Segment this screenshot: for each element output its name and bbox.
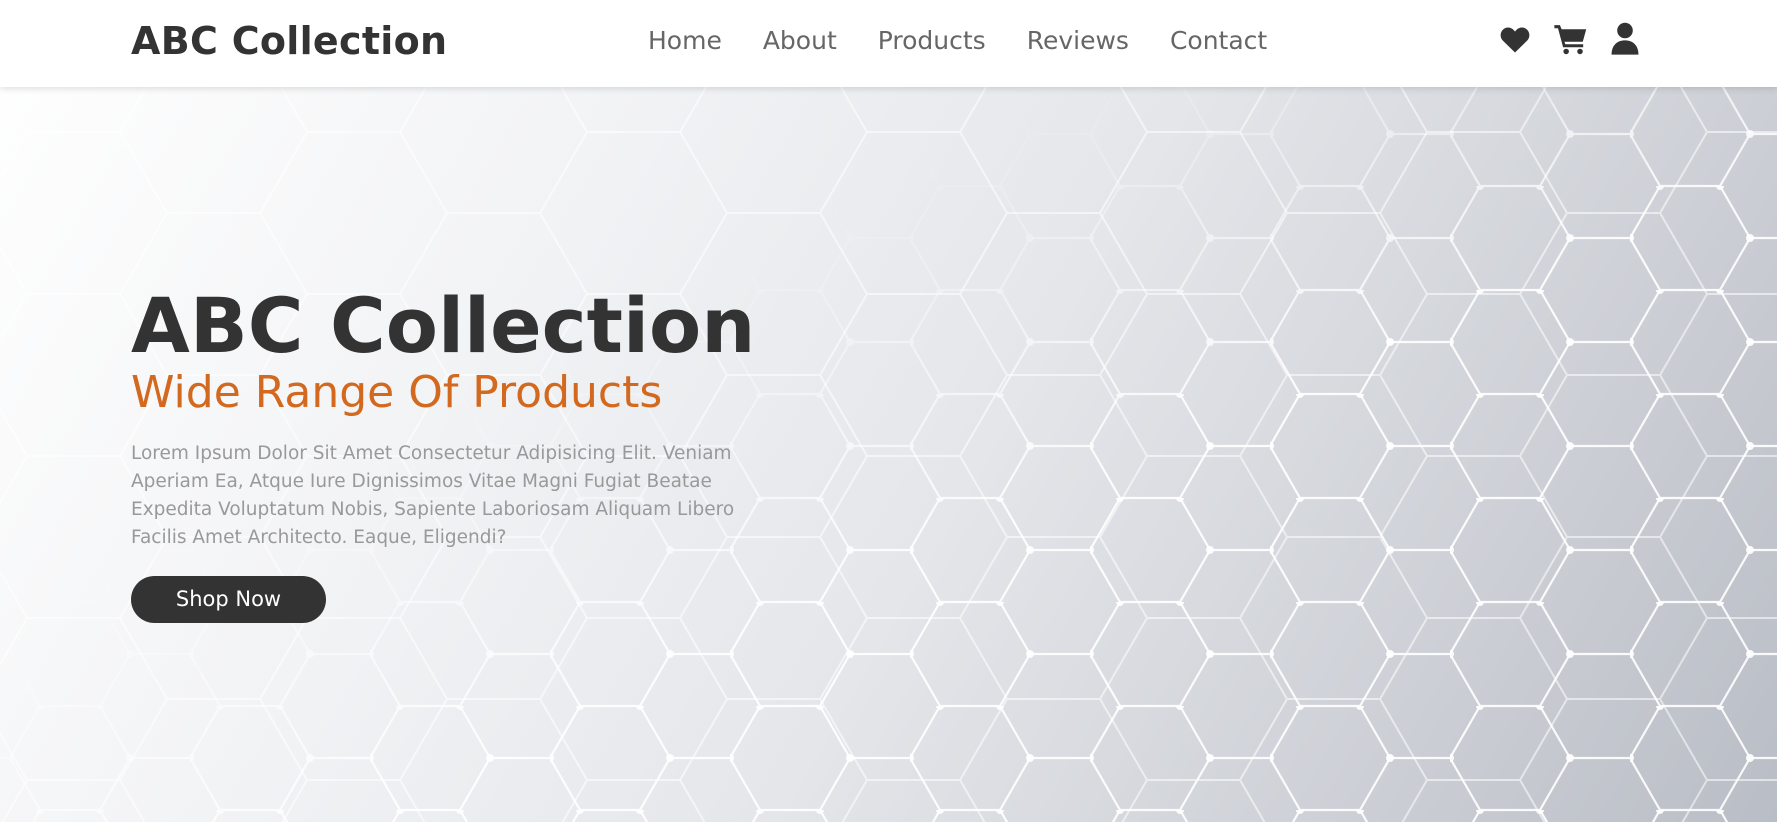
user-icon[interactable] bbox=[1610, 22, 1640, 60]
hero-subtitle: Wide Range Of Products bbox=[131, 367, 663, 418]
heart-icon[interactable] bbox=[1498, 22, 1532, 60]
top-navigation-bar: ABC Collection Home About Products Revie… bbox=[0, 0, 1777, 87]
hero-description: Lorem Ipsum Dolor Sit Amet Consectetur A… bbox=[131, 443, 735, 548]
hero-content: ABC Collection Wide Range Of Products Lo… bbox=[131, 282, 771, 623]
brand-logo[interactable]: ABC Collection bbox=[131, 19, 447, 63]
main-menu: Home About Products Reviews Contact bbox=[648, 26, 1308, 55]
shop-now-button[interactable]: Shop Now bbox=[131, 576, 326, 623]
nav-link-contact[interactable]: Contact bbox=[1170, 26, 1267, 55]
header-icons bbox=[1498, 22, 1661, 60]
nav-link-about[interactable]: About bbox=[763, 26, 837, 55]
nav-link-reviews[interactable]: Reviews bbox=[1027, 26, 1129, 55]
hero-title: ABC Collection bbox=[131, 281, 756, 370]
nav-link-products[interactable]: Products bbox=[878, 26, 986, 55]
cart-icon[interactable] bbox=[1553, 22, 1589, 60]
nav-link-home[interactable]: Home bbox=[648, 26, 722, 55]
